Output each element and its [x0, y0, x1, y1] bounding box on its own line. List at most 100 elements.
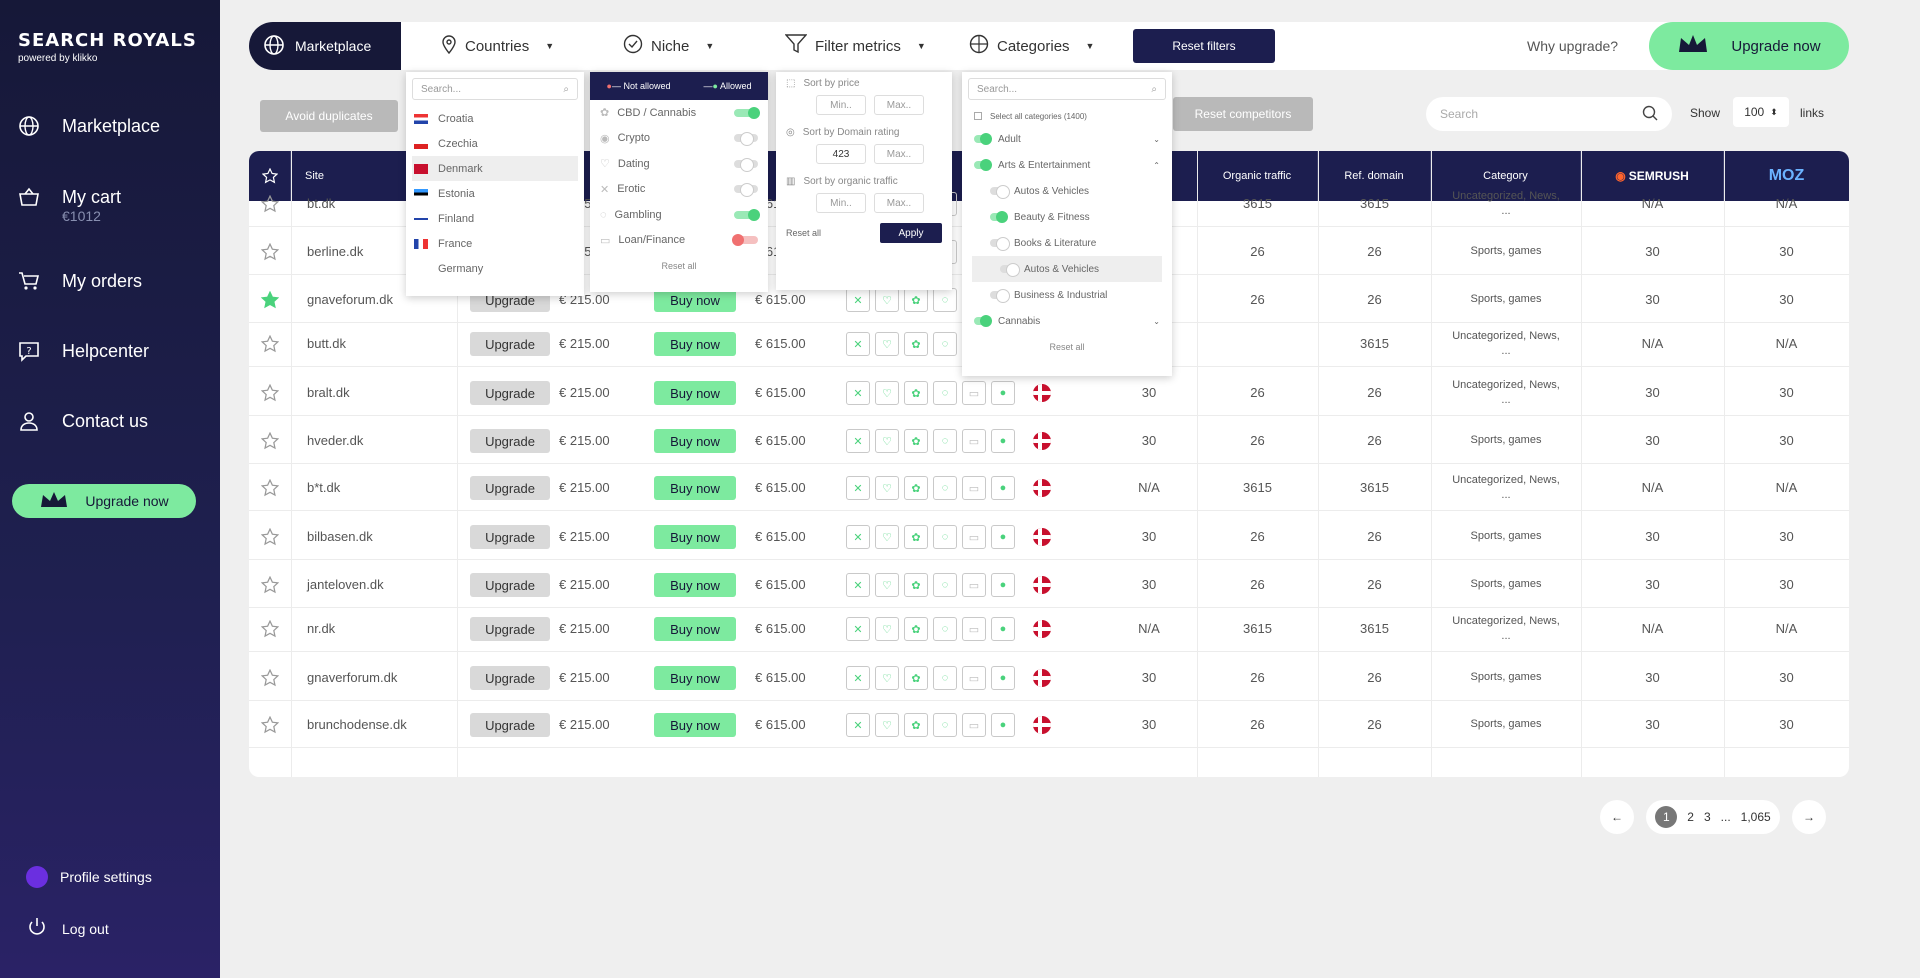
coin-icon[interactable]: ●: [991, 525, 1015, 549]
chat-icon[interactable]: ◌: [933, 617, 957, 641]
coin-icon[interactable]: ●: [991, 666, 1015, 690]
loan-icon[interactable]: ▭: [962, 617, 986, 641]
select-all-categories[interactable]: Select all categories (1400): [962, 106, 1172, 126]
reset-filters-button[interactable]: Reset filters: [1133, 29, 1275, 63]
filter-metrics-dropdown[interactable]: Filter metrics ▼: [784, 22, 926, 70]
profile-settings-link[interactable]: Profile settings: [26, 866, 152, 888]
why-upgrade-link[interactable]: Why upgrade?: [1527, 22, 1618, 70]
favorite-star-icon[interactable]: [249, 654, 291, 701]
upgrade-button[interactable]: Upgrade: [470, 429, 550, 453]
close-icon[interactable]: ✕: [846, 476, 870, 500]
close-icon[interactable]: ✕: [846, 525, 870, 549]
category-option[interactable]: Beauty & Fitness: [962, 204, 1172, 230]
cannabis-icon[interactable]: ✿: [904, 525, 928, 549]
country-option[interactable]: Czechia: [406, 131, 584, 156]
niche-option[interactable]: ◌ Gambling: [590, 202, 768, 228]
heart-icon[interactable]: ♡: [875, 525, 899, 549]
niche-reset-button[interactable]: Reset all: [590, 253, 768, 271]
logout-link[interactable]: Log out: [26, 916, 109, 941]
cannabis-icon[interactable]: ✿: [904, 288, 928, 312]
table-row[interactable]: janteloven.dk Upgrade € 215.00 Buy now €…: [249, 561, 1849, 608]
buy-now-button[interactable]: Buy now: [654, 332, 736, 356]
coin-icon[interactable]: ●: [991, 429, 1015, 453]
chat-icon[interactable]: ◌: [933, 666, 957, 690]
sidebar-item-contact[interactable]: Contact us: [16, 408, 148, 434]
chat-icon[interactable]: ◌: [933, 713, 957, 737]
cannabis-icon[interactable]: ✿: [904, 429, 928, 453]
cannabis-icon[interactable]: ✿: [904, 381, 928, 405]
close-icon[interactable]: ✕: [846, 332, 870, 356]
site-name[interactable]: butt.dk: [307, 320, 457, 367]
niche-toggle[interactable]: [734, 132, 758, 147]
sidebar-item-cart[interactable]: My cart €1012: [16, 184, 121, 224]
coin-icon[interactable]: ●: [991, 573, 1015, 597]
sidebar-item-orders[interactable]: My orders: [16, 268, 142, 294]
site-name[interactable]: bralt.dk: [307, 369, 457, 416]
niche-option[interactable]: ◉ Crypto: [590, 126, 768, 152]
category-toggle[interactable]: [990, 211, 1008, 223]
traffic-min-input[interactable]: Min..: [816, 193, 866, 213]
heart-icon[interactable]: ♡: [875, 573, 899, 597]
heart-icon[interactable]: ♡: [875, 429, 899, 453]
close-icon[interactable]: ✕: [846, 429, 870, 453]
checkbox[interactable]: [974, 112, 982, 120]
price-min-input[interactable]: Min..: [816, 95, 866, 115]
heart-icon[interactable]: ♡: [875, 713, 899, 737]
table-row[interactable]: b*t.dk Upgrade € 215.00 Buy now € 615.00…: [249, 464, 1849, 511]
niche-toggle[interactable]: [732, 234, 758, 247]
next-page-button[interactable]: →: [1792, 800, 1826, 834]
niche-toggle[interactable]: [734, 157, 758, 172]
country-option[interactable]: France: [406, 231, 584, 256]
category-option[interactable]: Cannabis ⌄: [962, 308, 1172, 334]
buy-now-button[interactable]: Buy now: [654, 573, 736, 597]
site-name[interactable]: hveder.dk: [307, 417, 457, 464]
favorite-star-icon[interactable]: [249, 369, 291, 416]
sidebar-item-marketplace[interactable]: Marketplace: [16, 113, 160, 139]
heart-icon[interactable]: ♡: [875, 381, 899, 405]
buy-now-button[interactable]: Buy now: [654, 617, 736, 641]
favorite-star-icon[interactable]: [249, 417, 291, 464]
category-toggle[interactable]: [990, 237, 1010, 251]
table-row[interactable]: bralt.dk Upgrade € 215.00 Buy now € 615.…: [249, 369, 1849, 416]
niche-option[interactable]: ▭ Loan/Finance: [590, 228, 768, 254]
upgrade-button[interactable]: Upgrade: [470, 381, 550, 405]
category-search-input[interactable]: Search... ⌕: [968, 78, 1166, 100]
metrics-reset-button[interactable]: Reset all: [786, 228, 821, 238]
category-toggle[interactable]: [1000, 263, 1020, 277]
apply-button[interactable]: Apply: [880, 223, 942, 243]
site-name[interactable]: b*t.dk: [307, 464, 457, 511]
heart-icon[interactable]: ♡: [875, 288, 899, 312]
country-search-input[interactable]: Search... ⌕: [412, 78, 578, 100]
category-toggle[interactable]: [990, 185, 1010, 199]
site-name[interactable]: janteloven.dk: [307, 561, 457, 608]
page-last[interactable]: 1,065: [1741, 810, 1771, 824]
category-option[interactable]: Adult ⌄: [962, 126, 1172, 152]
close-icon[interactable]: ✕: [846, 288, 870, 312]
niche-option[interactable]: ✕ Erotic: [590, 177, 768, 203]
cannabis-icon[interactable]: ✿: [904, 332, 928, 356]
upgrade-button[interactable]: Upgrade: [470, 617, 550, 641]
category-option[interactable]: Books & Literature: [962, 230, 1172, 256]
chat-icon[interactable]: ◌: [933, 429, 957, 453]
close-icon[interactable]: ✕: [846, 666, 870, 690]
heart-icon[interactable]: ♡: [875, 476, 899, 500]
category-toggle[interactable]: [974, 315, 992, 327]
site-name[interactable]: nr.dk: [307, 605, 457, 652]
loan-icon[interactable]: ▭: [962, 573, 986, 597]
buy-now-button[interactable]: Buy now: [654, 476, 736, 500]
cannabis-icon[interactable]: ✿: [904, 617, 928, 641]
buy-now-button[interactable]: Buy now: [654, 525, 736, 549]
table-row[interactable]: nr.dk Upgrade € 215.00 Buy now € 615.00 …: [249, 605, 1849, 652]
favorite-star-icon[interactable]: [249, 513, 291, 560]
sidebar-item-help[interactable]: ? Helpcenter: [16, 338, 149, 364]
upgrade-button[interactable]: Upgrade: [470, 476, 550, 500]
brand-logo[interactable]: SEARCH ROYALS powered by klikko: [18, 30, 197, 64]
category-option[interactable]: Arts & Entertainment ⌃: [962, 152, 1172, 178]
buy-now-button[interactable]: Buy now: [654, 429, 736, 453]
chat-icon[interactable]: ◌: [933, 332, 957, 356]
site-name[interactable]: bilbasen.dk: [307, 513, 457, 560]
cannabis-icon[interactable]: ✿: [904, 573, 928, 597]
favorite-star-icon[interactable]: [249, 605, 291, 652]
close-icon[interactable]: ✕: [846, 381, 870, 405]
favorite-star-icon[interactable]: [249, 561, 291, 608]
